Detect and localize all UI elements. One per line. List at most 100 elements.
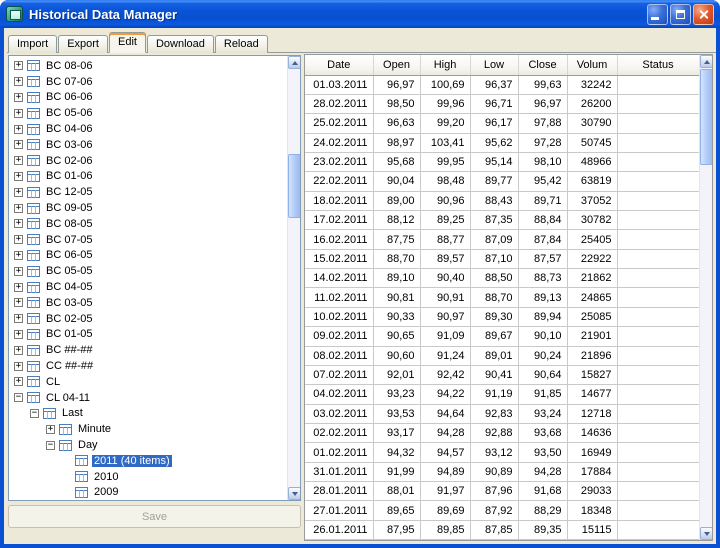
expand-icon[interactable]: + (14, 156, 23, 166)
table-row[interactable]: 28.02.2011 98,50 99,96 96,71 96,97 26200 (305, 93, 699, 115)
table-row[interactable]: 25.02.2011 96,63 99,20 96,17 97,88 30790 (305, 113, 699, 134)
table-row[interactable]: 23.02.2011 95,68 99,95 95,14 98,10 48966 (305, 151, 699, 173)
tree-item[interactable]: + BC 04-06 (9, 121, 287, 137)
tree-item-label[interactable]: BC 05-06 (44, 107, 94, 119)
tree-item[interactable]: + BC 07-06 (9, 74, 287, 90)
table-row[interactable]: 27.01.2011 89,65 89,69 87,92 88,29 18348 (305, 500, 699, 521)
tree-item-label[interactable]: BC 09-05 (44, 202, 94, 214)
expand-icon[interactable]: + (14, 203, 23, 213)
scroll-down-button[interactable] (700, 527, 712, 540)
tree-item[interactable]: + BC ##-## (9, 342, 287, 358)
tree-item-label[interactable]: 2009 (92, 486, 120, 498)
expand-icon[interactable]: + (14, 92, 23, 102)
table-row[interactable]: 31.01.2011 91,99 94,89 90,89 94,28 17884 (305, 461, 699, 483)
expand-icon[interactable]: + (14, 377, 23, 387)
tree-item[interactable]: + BC 06-06 (9, 90, 287, 106)
tree-item[interactable]: + BC 01-05 (9, 327, 287, 343)
tree-item[interactable]: + BC 01-06 (9, 169, 287, 185)
table-row[interactable]: 14.02.2011 89,10 90,40 88,50 88,73 21862 (305, 268, 699, 289)
table-row[interactable]: 02.02.2011 93,17 94,28 92,88 93,68 14636 (305, 422, 699, 444)
tree-item-label[interactable]: 2011 (40 items) (92, 454, 172, 467)
table-row[interactable]: 10.02.2011 90,33 90,97 89,30 89,94 25085 (305, 306, 699, 328)
tree-item[interactable]: + Minute (9, 421, 287, 437)
tree-item-label[interactable]: BC 04-06 (44, 123, 94, 135)
tab-reload[interactable]: Reload (214, 35, 268, 53)
tree-item-label[interactable]: BC 04-05 (44, 281, 94, 293)
scrollbar-thumb[interactable] (700, 69, 712, 165)
tree-item[interactable]: + BC 09-05 (9, 200, 287, 216)
tree-item[interactable]: + CC ##-## (9, 358, 287, 374)
collapse-icon[interactable]: − (14, 393, 23, 403)
tree-item-label[interactable]: BC 08-06 (44, 60, 94, 72)
table-row[interactable]: 01.03.2011 96,97 100,69 96,37 99,63 32242 (305, 74, 699, 95)
expand-icon[interactable]: + (46, 424, 55, 434)
table-row[interactable]: 18.02.2011 89,00 90,96 88,43 89,71 37052 (305, 190, 699, 212)
tree-item[interactable]: + BC 12-05 (9, 184, 287, 200)
tree-item[interactable]: − Day (9, 437, 287, 453)
column-header-status[interactable]: Status (617, 55, 700, 76)
expand-icon[interactable]: + (14, 345, 23, 355)
tree-item-label[interactable]: BC 03-06 (44, 139, 94, 151)
table-row[interactable]: 08.02.2011 90,60 91,24 89,01 90,24 21896 (305, 345, 699, 366)
collapse-icon[interactable]: − (30, 408, 39, 418)
expand-icon[interactable]: + (14, 61, 23, 71)
tree-item-label[interactable]: BC 02-06 (44, 155, 94, 167)
expand-icon[interactable]: + (14, 250, 23, 260)
tree-item-label[interactable]: BC 08-05 (44, 218, 94, 230)
expand-icon[interactable]: + (14, 219, 23, 229)
expand-icon[interactable]: + (14, 108, 23, 118)
scrollbar-thumb[interactable] (288, 154, 300, 218)
table-row[interactable]: 03.02.2011 93,53 94,64 92,83 93,24 12718 (305, 403, 699, 424)
tab-import[interactable]: Import (8, 35, 58, 53)
tree-item[interactable]: + BC 02-06 (9, 153, 287, 169)
collapse-icon[interactable]: − (46, 440, 55, 450)
tree-item-label[interactable]: BC ##-## (44, 344, 94, 356)
tab-export[interactable]: Export (58, 35, 108, 53)
expand-icon[interactable]: + (14, 266, 23, 276)
scroll-up-button[interactable] (288, 56, 300, 69)
tree-item-label[interactable]: BC 06-05 (44, 249, 94, 261)
scroll-up-button[interactable] (700, 55, 712, 68)
table-row[interactable]: 22.02.2011 90,04 98,48 89,77 95,42 63819 (305, 171, 699, 192)
tree-item[interactable]: + BC 06-05 (9, 248, 287, 264)
tree-item-label[interactable]: Last (60, 407, 85, 419)
tree-item-label[interactable]: Day (76, 439, 100, 451)
tree-item-label[interactable]: Minute (76, 423, 113, 435)
tree-item[interactable]: + BC 08-05 (9, 216, 287, 232)
tab-edit[interactable]: Edit (108, 32, 146, 53)
tree-item[interactable]: − CL 04-11 (9, 390, 287, 406)
tree-item-label[interactable]: 2010 (92, 471, 120, 483)
tab-download[interactable]: Download (146, 35, 214, 53)
tree-item[interactable]: +2011 (40 items) (9, 453, 287, 469)
tree-item-label[interactable]: BC 02-05 (44, 313, 94, 325)
table-row[interactable]: 15.02.2011 88,70 89,57 87,10 87,57 22922 (305, 248, 699, 270)
expand-icon[interactable]: + (14, 171, 23, 181)
table-row[interactable]: 16.02.2011 87,75 88,77 87,09 87,84 25405 (305, 229, 699, 250)
minimize-button[interactable] (647, 3, 668, 25)
tree-item-label[interactable]: BC 06-06 (44, 91, 94, 103)
table-row[interactable]: 09.02.2011 90,65 91,09 89,67 90,10 21901 (305, 326, 699, 347)
expand-icon[interactable]: + (14, 124, 23, 134)
expand-icon[interactable]: + (14, 361, 23, 371)
table-row[interactable]: 17.02.2011 88,12 89,25 87,35 88,84 30782 (305, 210, 699, 231)
expand-icon[interactable]: + (14, 140, 23, 150)
tree-item-label[interactable]: CL (44, 376, 62, 388)
table-row[interactable]: 11.02.2011 90,81 90,91 88,70 89,13 24865 (305, 287, 699, 308)
grid-scrollbar[interactable] (699, 55, 712, 540)
expand-icon[interactable]: + (14, 329, 23, 339)
table-row[interactable]: 24.02.2011 98,97 103,41 95,62 97,28 50745 (305, 132, 699, 153)
tree-item[interactable]: +2010 (9, 469, 287, 485)
tree-item[interactable]: + BC 08-06 (9, 58, 287, 74)
table-row[interactable]: 01.02.2011 94,32 94,57 93,12 93,50 16949 (305, 442, 699, 463)
tree-item-label[interactable]: BC 01-05 (44, 328, 94, 340)
title-bar[interactable]: Historical Data Manager (0, 0, 720, 28)
expand-icon[interactable]: + (14, 298, 23, 308)
table-row[interactable]: 28.01.2011 88,01 91,97 87,96 91,68 29033 (305, 481, 699, 502)
table-row[interactable]: 07.02.2011 92,01 92,42 90,41 90,64 15827 (305, 364, 699, 386)
column-header-high[interactable]: High (420, 55, 471, 76)
tree-item-label[interactable]: CC ##-## (44, 360, 95, 372)
tree-item[interactable]: + CL (9, 374, 287, 390)
tree-item[interactable]: +2009 (9, 485, 287, 500)
tree-item[interactable]: + BC 07-05 (9, 232, 287, 248)
tree-item-label[interactable]: BC 07-06 (44, 76, 94, 88)
